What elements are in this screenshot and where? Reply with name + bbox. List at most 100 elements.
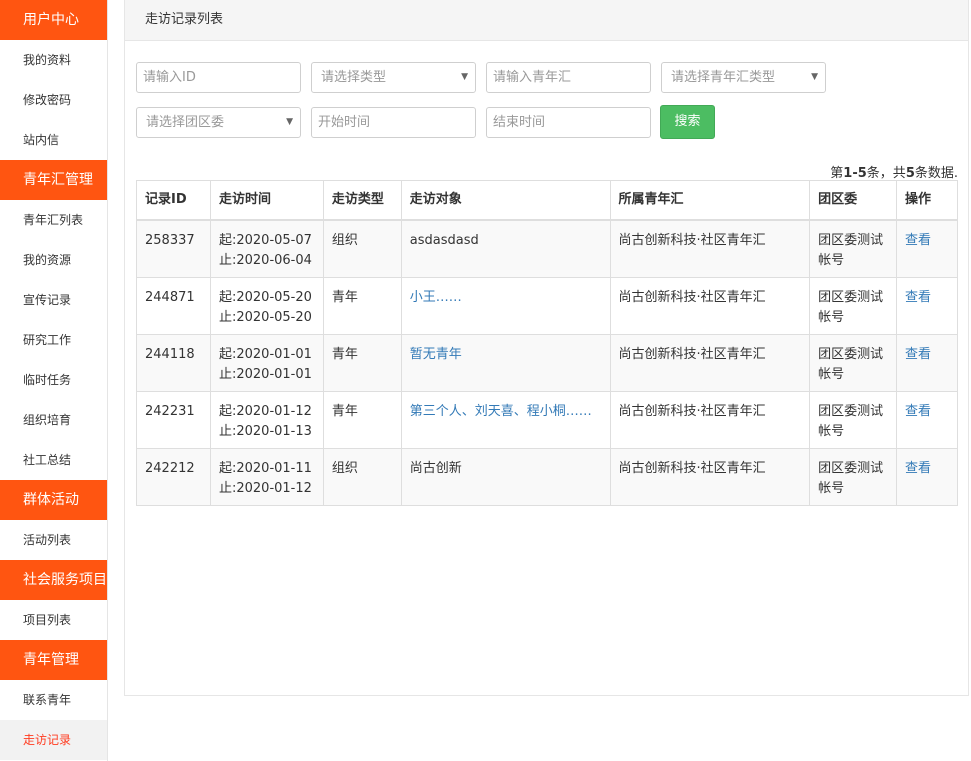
- cell-action: 查看: [896, 447, 958, 506]
- cell-committee: 团区委测试帐号: [809, 276, 898, 335]
- visit-end: 止:2020-06-04: [218, 253, 312, 268]
- table-row: 242212 起:2020-01-11 止:2020-01-12 组织 尚古创新 尚古创新…: [136, 447, 958, 506]
- table-row: 242231 起:2020-01-12 止:2020-01-13 青年 第三个人、刘天喜…: [136, 390, 958, 449]
- cell-type: 青年: [322, 390, 402, 449]
- view-link[interactable]: 查看: [905, 290, 931, 305]
- cell-id: 244871: [136, 276, 211, 335]
- caret-down-icon: ▼: [461, 72, 468, 82]
- sidebar-item[interactable]: 修改密码: [0, 80, 107, 120]
- cell-id: 242231: [136, 390, 211, 449]
- cell-time: 起:2020-05-20 止:2020-05-20: [209, 276, 324, 335]
- view-link[interactable]: 查看: [905, 461, 931, 476]
- visit-end: 止:2020-05-20: [218, 309, 312, 325]
- start-time-input[interactable]: [311, 107, 476, 138]
- sidebar-section-header[interactable]: 群体活动: [0, 480, 107, 520]
- cell-action: 查看: [896, 219, 958, 278]
- sidebar-item[interactable]: 联系青年: [0, 680, 107, 720]
- club-type-select[interactable]: 请选择青年汇类型 ▼: [661, 62, 826, 93]
- end-time-input[interactable]: [486, 107, 651, 138]
- col-header-action: 操作: [896, 180, 958, 221]
- cell-id: 244118: [136, 333, 211, 392]
- visit-end: 止:2020-01-01: [218, 366, 312, 382]
- view-link[interactable]: 查看: [905, 233, 931, 248]
- col-header-id: 记录ID: [136, 180, 211, 221]
- visit-start: 起:2020-05-20: [218, 289, 312, 305]
- cell-action: 查看: [896, 276, 958, 335]
- club-type-select-value: 请选择青年汇类型: [671, 70, 776, 85]
- col-header-committee: 团区委: [809, 180, 898, 221]
- cell-committee: 团区委测试帐号: [809, 390, 898, 449]
- visit-target[interactable]: 暂无青年: [410, 347, 462, 362]
- cell-id: 242212: [136, 447, 211, 506]
- view-link[interactable]: 查看: [905, 404, 931, 419]
- view-link[interactable]: 查看: [905, 347, 931, 362]
- cell-time: 起:2020-01-12 止:2020-01-13: [209, 390, 324, 449]
- sidebar-item[interactable]: 走访记录: [0, 720, 107, 760]
- type-select-value: 请选择类型: [321, 70, 387, 85]
- cell-type: 组织: [322, 219, 402, 278]
- committee-select[interactable]: 请选择团区委 ▼: [136, 107, 301, 138]
- committee-select-value: 请选择团区委: [146, 115, 225, 130]
- sidebar-item[interactable]: 项目列表: [0, 600, 107, 640]
- sidebar-section-header[interactable]: 青年汇管理: [0, 160, 107, 200]
- sidebar-item[interactable]: 组织培育: [0, 400, 107, 440]
- cell-club: 尚古创新科技·社区青年汇: [609, 219, 811, 278]
- sidebar-item[interactable]: 活动列表: [0, 520, 107, 560]
- sidebar-section-header[interactable]: 社会服务项目: [0, 560, 107, 600]
- cell-club: 尚古创新科技·社区青年汇: [609, 390, 811, 449]
- search-button[interactable]: 搜索: [660, 105, 715, 139]
- sidebar-section-header[interactable]: 用户中心: [0, 0, 107, 40]
- table-row: 244118 起:2020-01-01 止:2020-01-01 青年 暂无青年 尚古创新…: [136, 333, 958, 392]
- table-header-row: 记录ID 走访时间 走访类型 走访对象 所属青年汇 团区委 操作: [136, 180, 958, 221]
- cell-committee: 团区委测试帐号: [809, 333, 898, 392]
- cell-action: 查看: [896, 390, 958, 449]
- table-row: 258337 起:2020-05-07 止:2020-06-04 组织 asdasdas…: [136, 219, 958, 278]
- cell-target: 小王……: [400, 276, 611, 335]
- cell-action: 查看: [896, 333, 958, 392]
- cell-target: asdasdasd: [400, 219, 611, 278]
- youth-club-input[interactable]: [486, 62, 651, 93]
- cell-time: 起:2020-01-11 止:2020-01-12: [209, 447, 324, 506]
- panel-title: 走访记录列表: [125, 0, 968, 41]
- visit-end: 止:2020-01-12: [218, 480, 312, 496]
- sidebar-item[interactable]: 研究工作: [0, 320, 107, 360]
- caret-down-icon: ▼: [286, 117, 293, 127]
- table-row: 244871 起:2020-05-20 止:2020-05-20 青年 小王…… 尚古创新…: [136, 276, 958, 335]
- cell-time: 起:2020-05-07 止:2020-06-04: [209, 219, 324, 278]
- cell-club: 尚古创新科技·社区青年汇: [609, 333, 811, 392]
- id-input[interactable]: [136, 62, 301, 93]
- cell-time: 起:2020-01-01 止:2020-01-01: [209, 333, 324, 392]
- sidebar: 用户中心 我的资料 修改密码 站内信 青年汇管理 青年汇列表 我的资源 宣传记录 研究工作 临时任…: [0, 0, 108, 761]
- cell-committee: 团区委测试帐号: [809, 447, 898, 506]
- visit-start: 起:2020-01-12: [218, 403, 312, 419]
- cell-committee: 团区委测试帐号: [809, 219, 898, 278]
- sidebar-item[interactable]: 社工总结: [0, 440, 107, 480]
- visit-target[interactable]: 小王……: [410, 290, 462, 305]
- col-header-target: 走访对象: [400, 180, 611, 221]
- visit-target: 尚古创新: [409, 460, 462, 476]
- visit-start: 起:2020-05-07: [218, 233, 312, 248]
- main-panel: 走访记录列表 请选择类型 ▼ 请选择青年汇类型 ▼ 请选择团区委 ▼ 搜索 第1…: [124, 0, 969, 696]
- sidebar-item[interactable]: 我的资料: [0, 40, 107, 80]
- visit-end: 止:2020-01-13: [218, 423, 312, 439]
- type-select[interactable]: 请选择类型 ▼: [311, 62, 476, 93]
- sidebar-item[interactable]: 宣传记录: [0, 280, 107, 320]
- sidebar-item[interactable]: 临时任务: [0, 360, 107, 400]
- sidebar-item[interactable]: 我的资源: [0, 240, 107, 280]
- col-header-type: 走访类型: [322, 180, 402, 221]
- sidebar-item[interactable]: 青年汇列表: [0, 200, 107, 240]
- sidebar-section-header[interactable]: 青年管理: [0, 640, 107, 680]
- cell-type: 组织: [322, 447, 402, 506]
- cell-target: 暂无青年: [400, 333, 611, 392]
- cell-club: 尚古创新科技·社区青年汇: [609, 447, 811, 506]
- visit-records-table: 记录ID 走访时间 走访类型 走访对象 所属青年汇 团区委 操作 258337 起…: [136, 180, 958, 506]
- cell-type: 青年: [322, 276, 402, 335]
- col-header-time: 走访时间: [209, 180, 324, 221]
- cell-id: 258337: [136, 219, 211, 278]
- col-header-club: 所属青年汇: [609, 180, 811, 221]
- visit-target[interactable]: 第三个人、刘天喜、程小桐……: [410, 404, 592, 419]
- visit-start: 起:2020-01-11: [218, 460, 312, 476]
- sidebar-item[interactable]: 站内信: [0, 120, 107, 160]
- cell-target: 第三个人、刘天喜、程小桐……: [400, 390, 611, 449]
- visit-target: asdasdasd: [409, 233, 479, 248]
